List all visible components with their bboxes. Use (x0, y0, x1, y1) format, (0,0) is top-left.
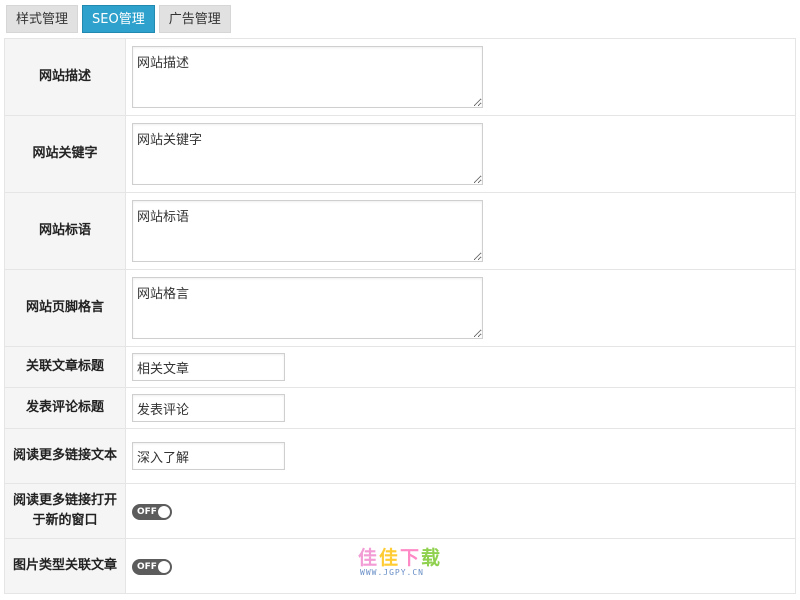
tab-bar: 样式管理 SEO管理 广告管理 (6, 5, 231, 33)
settings-row-read-more-new-window: 阅读更多链接打开于新的窗口 OFF (4, 483, 796, 539)
read-more-new-window-label: 阅读更多链接打开于新的窗口 (4, 483, 126, 539)
related-title-input[interactable] (132, 353, 285, 381)
settings-row-site-keywords: 网站关键字 网站关键字 (4, 115, 796, 193)
settings-row-site-description: 网站描述 网站描述 (4, 38, 796, 116)
toggle-state-label: OFF (137, 507, 157, 517)
read-more-new-window-toggle[interactable]: OFF (132, 504, 172, 520)
site-keywords-label: 网站关键字 (4, 115, 126, 193)
site-description-textarea[interactable]: 网站描述 (132, 46, 483, 108)
footer-motto-label: 网站页脚格言 (4, 269, 126, 347)
toggle-state-label: OFF (137, 562, 157, 572)
seo-settings-table: 网站描述 网站描述 网站关键字 网站关键字 网站标语 网站标语 网站页脚格言 网… (4, 38, 796, 594)
related-title-cell (125, 346, 796, 388)
watermark-url: WWW.JGPY.CN (360, 568, 424, 577)
read-more-text-input[interactable] (132, 442, 285, 470)
settings-row-read-more-text: 阅读更多链接文本 (4, 428, 796, 484)
site-description-cell: 网站描述 (125, 38, 796, 116)
watermark-logo: 佳佳下载 (358, 547, 443, 569)
tab-style-management[interactable]: 样式管理 (6, 5, 79, 33)
image-type-related-label: 图片类型关联文章 (4, 538, 126, 594)
read-more-text-cell (125, 428, 796, 484)
tab-seo-management[interactable]: SEO管理 (82, 5, 155, 33)
comment-title-cell (125, 387, 796, 429)
site-slogan-cell: 网站标语 (125, 192, 796, 270)
image-type-related-toggle[interactable]: OFF (132, 559, 172, 575)
site-watermark: 佳佳下载 WWW.JGPY.CN (356, 543, 446, 583)
comment-title-input[interactable] (132, 394, 285, 422)
read-more-text-label: 阅读更多链接文本 (4, 428, 126, 484)
related-title-label: 关联文章标题 (4, 346, 126, 388)
site-keywords-textarea[interactable]: 网站关键字 (132, 123, 483, 185)
site-description-label: 网站描述 (4, 38, 126, 116)
toggle-knob (158, 561, 170, 573)
settings-row-related-title: 关联文章标题 (4, 346, 796, 388)
read-more-new-window-cell: OFF (125, 483, 796, 539)
footer-motto-textarea[interactable]: 网站格言 (132, 277, 483, 339)
settings-row-site-slogan: 网站标语 网站标语 (4, 192, 796, 270)
footer-motto-cell: 网站格言 (125, 269, 796, 347)
toggle-knob (158, 506, 170, 518)
tab-ad-management[interactable]: 广告管理 (158, 5, 231, 33)
settings-row-comment-title: 发表评论标题 (4, 387, 796, 429)
site-slogan-textarea[interactable]: 网站标语 (132, 200, 483, 262)
site-slogan-label: 网站标语 (4, 192, 126, 270)
site-keywords-cell: 网站关键字 (125, 115, 796, 193)
image-type-related-cell: OFF (125, 538, 796, 594)
comment-title-label: 发表评论标题 (4, 387, 126, 429)
settings-row-footer-motto: 网站页脚格言 网站格言 (4, 269, 796, 347)
